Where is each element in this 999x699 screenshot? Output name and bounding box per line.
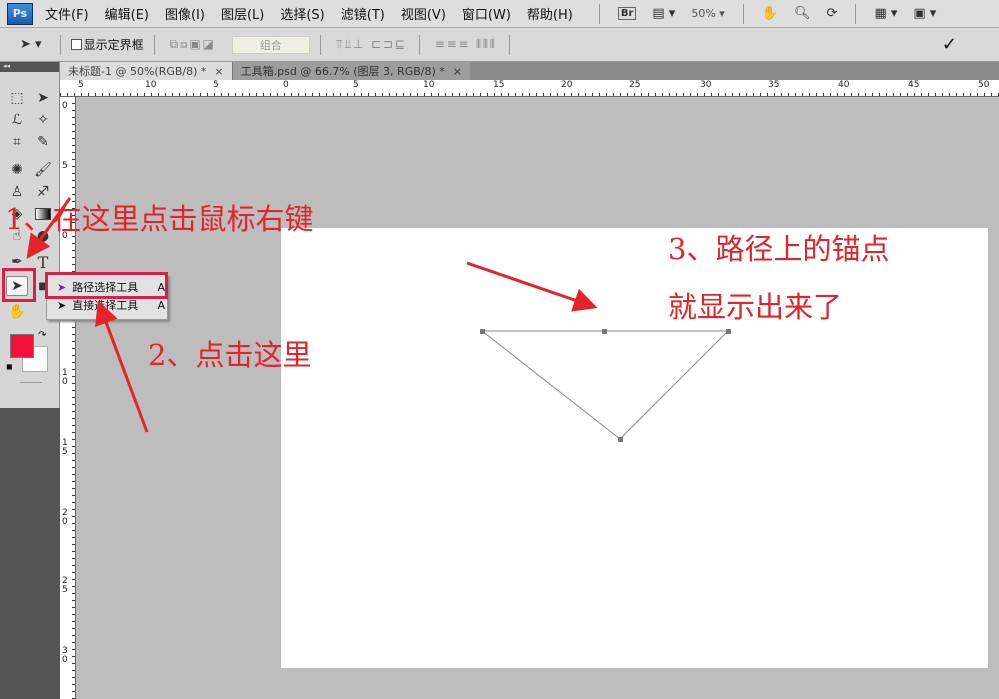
marquee-tool-icon[interactable]: ⬚ [6, 88, 28, 108]
align-icons[interactable]: ⫪ ⫫ ⊥ ⊏ ⊐ ⊑ [336, 37, 405, 52]
checkbox[interactable] [70, 39, 82, 50]
default-colors-icon[interactable]: ◼ [6, 362, 13, 371]
show-bounding-box-checkbox[interactable]: 显示定界框 [70, 36, 144, 53]
ruler-label: 2 0 [62, 508, 68, 527]
ruler-label: 50 [978, 80, 990, 90]
highlight-box-tool [2, 268, 36, 302]
rotate-view-icon[interactable]: ⟳ [827, 6, 838, 21]
tool-preset-picker[interactable]: ➤ ▾ [20, 37, 42, 52]
move-tool-icon[interactable]: ➤ [32, 88, 54, 108]
annotation-step-1: 1、在这里点击鼠标右键 [5, 202, 314, 236]
checkbox-label: 显示定界框 [83, 38, 144, 52]
ruler-label: 45 [908, 80, 920, 90]
close-icon[interactable]: × [453, 65, 462, 78]
path-mode-icons[interactable]: ⧉ ⧈ ▣ ◪ [170, 37, 214, 52]
shortcut-key: A [157, 298, 165, 312]
menu-help[interactable]: 帮助(H) [527, 4, 573, 23]
close-icon[interactable]: × [214, 65, 223, 78]
ruler-label: 25 [629, 80, 641, 90]
ruler-label: 2 5 [62, 576, 68, 595]
menu-bar: Ps 文件(F) 编辑(E) 图像(I) 图层(L) 选择(S) 滤镜(T) 视… [0, 0, 999, 28]
brush-tool-icon[interactable]: 🖌︎ [32, 160, 54, 180]
ruler-label: 40 [838, 80, 850, 90]
menu-filter[interactable]: 滤镜(T) [341, 4, 385, 23]
ruler-label: 35 [768, 80, 780, 90]
photoshop-logo: Ps [7, 2, 33, 25]
direct-selection-icon: ➤ [57, 298, 67, 312]
menu-edit[interactable]: 编辑(E) [105, 4, 149, 23]
ruler-label: 0 [62, 101, 68, 111]
commit-button[interactable]: ✓ [942, 34, 957, 55]
menu-window[interactable]: 窗口(W) [462, 4, 511, 23]
divider [855, 3, 857, 24]
healing-brush-icon[interactable]: ✺ [6, 160, 28, 180]
menu-view[interactable]: 视图(V) [401, 4, 446, 23]
menu-layer[interactable]: 图层(L) [221, 4, 264, 23]
divider [153, 34, 155, 55]
horizontal-ruler: 5 10 5 0 5 10 15 20 25 30 35 40 45 50 [60, 80, 999, 97]
zoom-level-select[interactable]: 50% ▾ [691, 7, 724, 20]
tab-label: 未标题-1 @ 50%(RGB/8) * [68, 65, 207, 78]
divider [598, 3, 600, 24]
panel-background [0, 408, 60, 699]
tab-toolbox-psd[interactable]: 工具箱.psd @ 66.7% (图层 3, RGB/8) * × [231, 62, 470, 80]
magic-wand-icon[interactable]: ✧ [32, 110, 54, 130]
bridge-button[interactable]: Br [617, 7, 637, 20]
lasso-tool-icon[interactable]: ℒ [6, 110, 28, 130]
divider [508, 34, 510, 55]
collapse-icon[interactable]: ◂◂ [0, 62, 59, 72]
menu-image[interactable]: 图像(I) [165, 4, 205, 23]
ruler-label: 5 [78, 80, 84, 90]
document-tabs: 未标题-1 @ 50%(RGB/8) * × 工具箱.psd @ 66.7% (图… [60, 62, 999, 80]
ruler-label: 5 [353, 80, 359, 90]
screen-mode-icon[interactable]: ▣ ▾ [913, 6, 936, 21]
swap-colors-icon[interactable]: ↷ [38, 330, 46, 341]
annotation-step-3: 3、路径上的锚点 [668, 232, 890, 266]
ruler-label: 10 [423, 80, 435, 90]
menu-file[interactable]: 文件(F) [45, 4, 89, 23]
divider [418, 34, 420, 55]
ruler-label: 5 [213, 80, 219, 90]
hand-tool-icon[interactable]: ✋ [6, 302, 28, 322]
ruler-label: 30 [700, 80, 712, 90]
combine-button[interactable]: 组合 [231, 35, 310, 54]
ruler-label: 5 [62, 161, 68, 171]
menu-select[interactable]: 选择(S) [280, 4, 324, 23]
zoom-icon[interactable]: 🔍︎ [794, 6, 811, 21]
eyedropper-icon[interactable]: ✎ [32, 132, 54, 152]
tab-untitled[interactable]: 未标题-1 @ 50%(RGB/8) * × [60, 62, 232, 80]
ruler-label: 1 5 [62, 438, 68, 457]
annotation-step-3-cont: 就显示出来了 [668, 290, 843, 324]
ruler-label: 20 [561, 80, 573, 90]
view-extras-icon[interactable]: ▤ ▾ [652, 6, 675, 21]
divider [59, 34, 61, 55]
ruler-label: 10 [145, 80, 157, 90]
divider [319, 34, 321, 55]
flyout-label: 直接选择工具 [72, 299, 139, 312]
vertical-ruler: 0 5 0 5 1 0 1 5 2 0 2 5 3 0 [60, 97, 76, 699]
tab-label: 工具箱.psd @ 66.7% (图层 3, RGB/8) * [240, 65, 445, 78]
flyout-item-direct-selection[interactable]: ➤ 直接选择工具 A [57, 297, 165, 313]
arrange-documents-icon[interactable]: ▦ ▾ [874, 6, 897, 21]
ruler-label: 1 0 [62, 368, 68, 387]
highlight-box-menu-item [45, 272, 168, 299]
annotation-arrow-2 [95, 300, 149, 433]
document-canvas[interactable] [281, 228, 988, 668]
annotation-step-2: 2、点击这里 [148, 338, 312, 372]
zoom-level: 50% [691, 7, 716, 20]
hand-icon[interactable]: ✋ [762, 6, 778, 21]
crop-tool-icon[interactable]: ⌗ [6, 132, 28, 152]
ruler-label: 0 [283, 80, 289, 90]
options-bar: ➤ ▾ 显示定界框 ⧉ ⧈ ▣ ◪ 组合 ⫪ ⫫ ⊥ ⊏ ⊐ ⊑ ≡ ≡ ≡ ⫴… [0, 28, 999, 62]
foreground-color-swatch[interactable] [10, 334, 34, 358]
ruler-label: 3 0 [62, 646, 68, 665]
divider [20, 382, 42, 383]
ruler-label: 15 [493, 80, 505, 90]
divider [742, 3, 744, 24]
distribute-icons[interactable]: ≡ ≡ ≡ ⫴ ⫴ ⫴ [435, 37, 495, 52]
